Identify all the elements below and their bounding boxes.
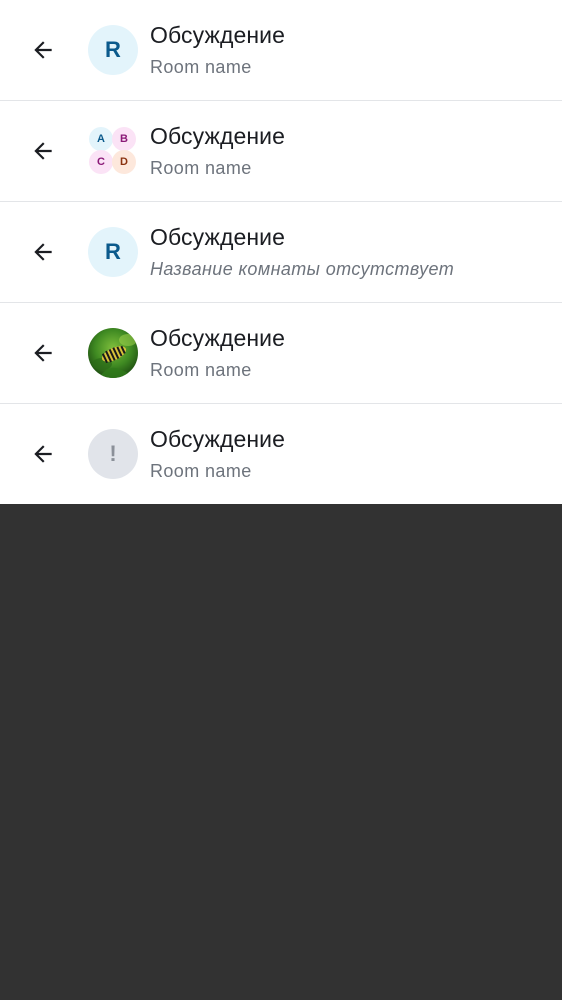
back-button[interactable] [26,235,60,269]
room-subtitle: Room name [150,360,252,380]
room-header-list: R Обсуждение Room name A B C D Обсуждени… [0,0,562,504]
room-subtitle-missing: Название комнаты отсутствует [150,259,455,279]
caterpillar-photo [88,328,138,378]
room-header-row: R Обсуждение Room name [0,0,562,100]
back-arrow-icon [34,41,52,59]
room-header-row: A B C D Обсуждение Room name [0,101,562,201]
back-arrow-icon [34,344,52,362]
room-subtitle: Room name [150,57,252,77]
avatar-mini-b: B [112,127,136,151]
back-button[interactable] [26,33,60,67]
exclamation-icon: ! [109,441,117,466]
room-subtitle: Room name [150,461,252,481]
avatar-letter: R [105,239,121,264]
back-button[interactable] [26,134,60,168]
room-title: Обсуждение [150,426,286,452]
room-avatar: R [88,25,138,75]
room-avatar-placeholder: ! [88,429,138,479]
avatar-mini-c: C [89,150,113,174]
room-header-row: Обсуждение Room name [0,303,562,403]
room-header-row: ! Обсуждение Room name [0,404,562,504]
room-title: Обсуждение [150,325,286,351]
room-avatar-cluster: A B C D [88,126,138,176]
room-title: Обсуждение [150,123,286,149]
back-arrow-icon [34,445,52,463]
room-avatar-image [88,328,138,378]
back-arrow-icon [34,243,52,261]
room-title: Обсуждение [150,22,286,48]
room-subtitle: Room name [150,158,252,178]
room-avatar: R [88,227,138,277]
back-button[interactable] [26,336,60,370]
avatar-mini-d: D [112,150,136,174]
avatar-mini-a: A [89,127,113,151]
avatar-letter: R [105,37,121,62]
room-title: Обсуждение [150,224,286,250]
back-arrow-icon [34,142,52,160]
back-button[interactable] [26,437,60,471]
room-header-row: R Обсуждение Название комнаты отсутствуе… [0,202,562,302]
